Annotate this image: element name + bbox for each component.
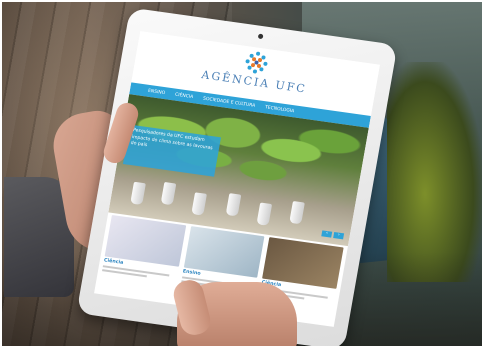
prev-arrow-icon[interactable]: ‹ [321,230,333,238]
card-image [104,214,186,267]
logo-icon [245,51,268,74]
pot [191,192,207,216]
photo-background: AGÊNCIA UFC ENSINO CIÊNCIA SOCIEDADE E C… [2,2,482,346]
pot [130,181,146,206]
next-arrow-icon[interactable]: › [333,232,345,240]
plants [387,62,482,282]
pot [256,202,273,226]
card-image [262,237,344,289]
card-image [183,226,265,278]
pot [225,193,242,217]
nav-item-ciencia[interactable]: CIÊNCIA [175,92,194,99]
nav-item-tecnologia[interactable]: TECNOLOGIA [265,105,295,114]
nav-item-ensino[interactable]: ENSINO [148,88,166,95]
pot [289,201,305,225]
news-card[interactable]: Ciência [98,214,186,304]
pot [160,181,177,206]
